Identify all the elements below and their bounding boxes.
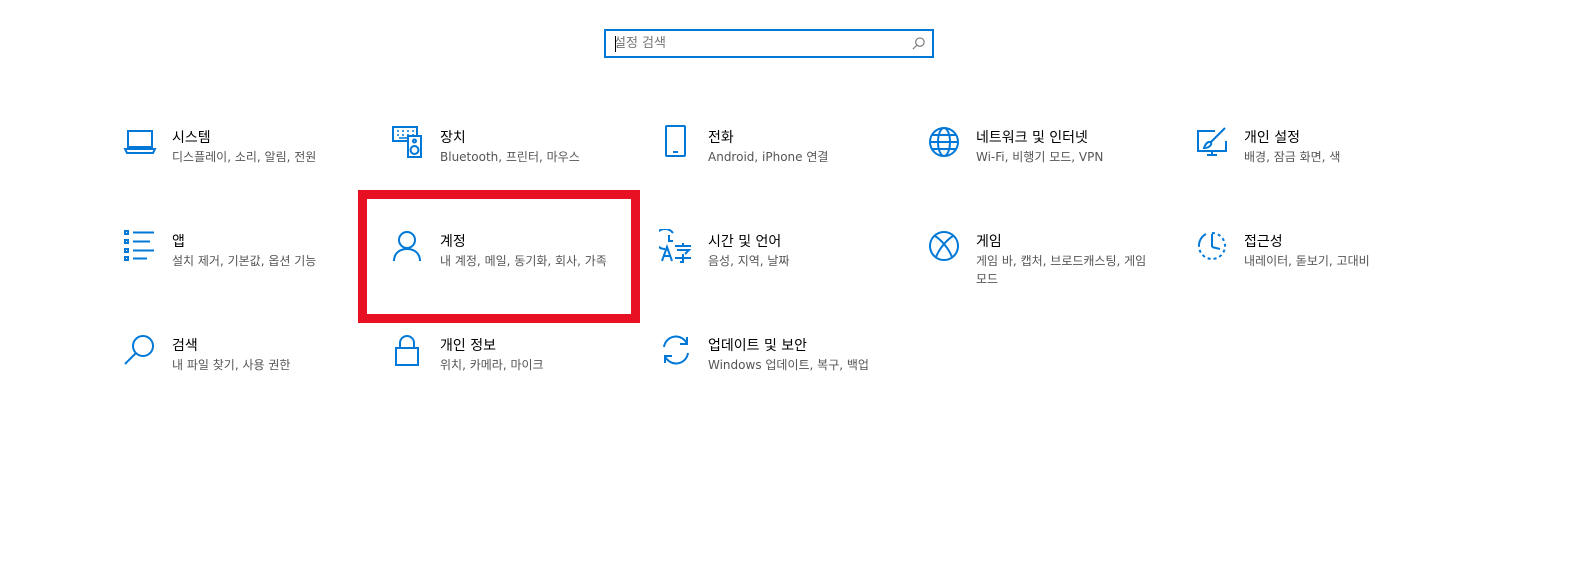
tile-title: 네트워크 및 인터넷 xyxy=(976,130,1088,146)
xbox-icon xyxy=(927,229,961,263)
tile-gaming[interactable]: 게임 게임 바, 캡처, 브로드캐스팅, 게임 모드 xyxy=(927,229,1197,329)
tile-title: 개인 설정 xyxy=(1244,130,1300,146)
tile-accessibility[interactable]: 접근성 내레이터, 돋보기, 고대비 xyxy=(1195,229,1465,329)
tile-time-language[interactable]: 시간 및 언어 음성, 지역, 날짜 xyxy=(659,229,929,329)
tile-personalization[interactable]: 개인 설정 배경, 잠금 화면, 색 xyxy=(1195,125,1465,225)
search-magnifier-icon xyxy=(123,333,157,367)
sync-icon xyxy=(659,333,693,367)
tile-title: 업데이트 및 보안 xyxy=(708,338,808,354)
search-box[interactable] xyxy=(604,29,934,58)
tile-description: 내 파일 찾기, 사용 권한 xyxy=(172,358,291,372)
tile-title: 시간 및 언어 xyxy=(708,234,782,250)
tile-description: 설치 제거, 기본값, 옵션 기능 xyxy=(172,254,317,268)
text-caret xyxy=(615,36,616,52)
tile-description: Wi-Fi, 비행기 모드, VPN xyxy=(976,150,1104,164)
search-input[interactable] xyxy=(614,31,904,56)
tile-network[interactable]: 네트워크 및 인터넷 Wi-Fi, 비행기 모드, VPN xyxy=(927,125,1197,225)
time-language-icon xyxy=(659,229,693,263)
tile-description: Bluetooth, 프린터, 마우스 xyxy=(440,150,580,164)
lock-icon xyxy=(391,333,425,367)
tile-apps[interactable]: 앱 설치 제거, 기본값, 옵션 기능 xyxy=(123,229,393,329)
tile-title: 시스템 xyxy=(172,130,211,146)
highlight-annotation-box xyxy=(358,190,640,323)
tile-description: 게임 바, 캡처, 브로드캐스팅, 게임 모드 xyxy=(976,254,1147,286)
devices-icon xyxy=(391,125,425,159)
tile-description: 배경, 잠금 화면, 색 xyxy=(1244,150,1341,164)
personalization-icon xyxy=(1195,125,1229,159)
accessibility-icon xyxy=(1195,229,1229,263)
tile-description: 음성, 지역, 날짜 xyxy=(708,254,790,268)
tile-system[interactable]: 시스템 디스플레이, 소리, 알림, 전원 xyxy=(123,125,393,225)
tile-search[interactable]: 검색 내 파일 찾기, 사용 권한 xyxy=(123,333,393,433)
tile-description: 디스플레이, 소리, 알림, 전원 xyxy=(172,150,317,164)
tile-title: 개인 정보 xyxy=(440,338,496,354)
search-icon[interactable] xyxy=(911,36,926,51)
globe-icon xyxy=(927,125,961,159)
tile-description: 내레이터, 돋보기, 고대비 xyxy=(1244,254,1370,268)
tile-description: 위치, 카메라, 마이크 xyxy=(440,358,544,372)
tile-privacy[interactable]: 개인 정보 위치, 카메라, 마이크 xyxy=(391,333,661,433)
tile-title: 게임 xyxy=(976,234,1002,250)
tile-update-security[interactable]: 업데이트 및 보안 Windows 업데이트, 복구, 백업 xyxy=(659,333,929,433)
tile-title: 검색 xyxy=(172,338,198,354)
tile-phone[interactable]: 전화 Android, iPhone 연결 xyxy=(659,125,929,225)
tile-title: 전화 xyxy=(708,130,734,146)
tile-title: 앱 xyxy=(172,234,185,250)
tile-title: 접근성 xyxy=(1244,234,1283,250)
phone-icon xyxy=(659,125,693,159)
tile-description: Windows 업데이트, 복구, 백업 xyxy=(708,358,869,372)
laptop-icon xyxy=(123,125,157,159)
apps-list-icon xyxy=(123,229,157,263)
tile-title: 장치 xyxy=(440,130,466,146)
tile-description: Android, iPhone 연결 xyxy=(708,150,829,164)
